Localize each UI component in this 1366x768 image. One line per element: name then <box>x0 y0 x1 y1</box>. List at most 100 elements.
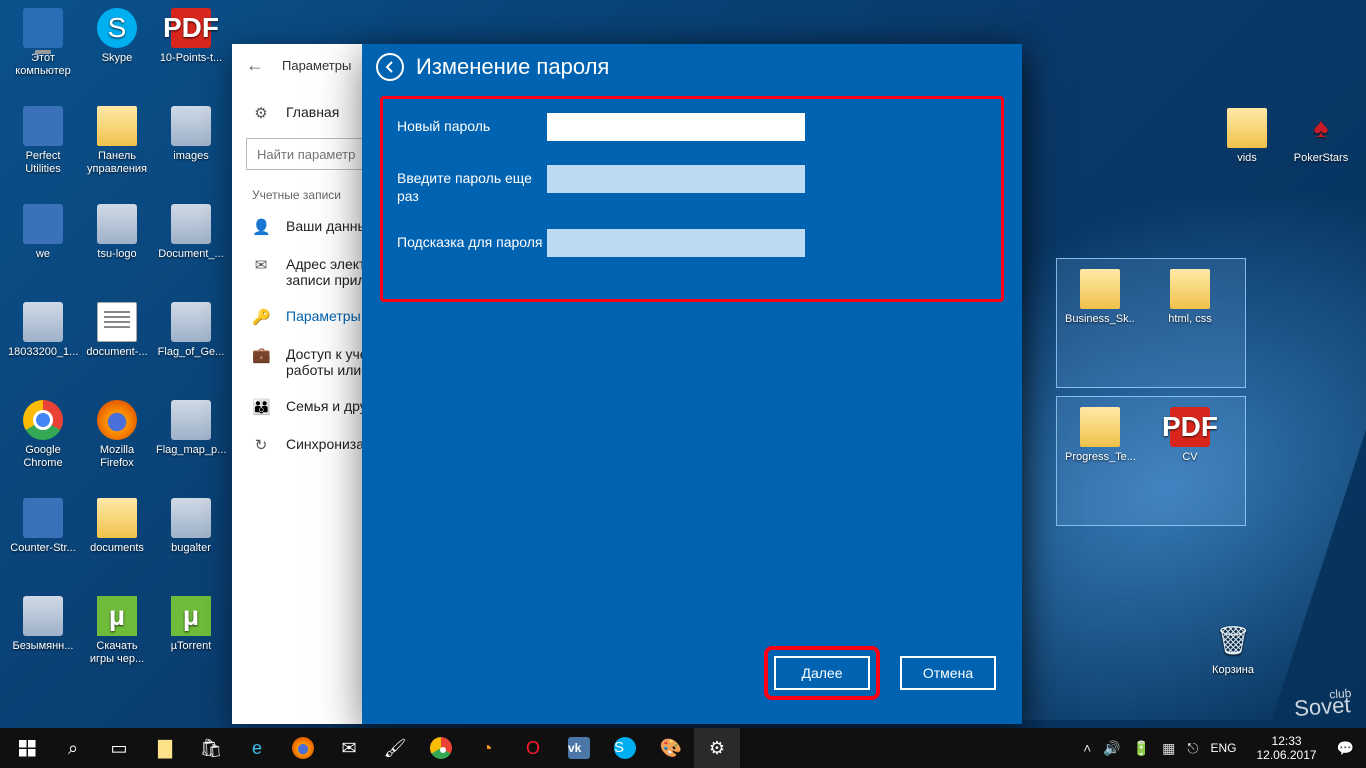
desktop-icon[interactable]: Flag_map_p... <box>154 396 228 490</box>
desktop-icon[interactable]: GoogleChrome <box>6 396 80 490</box>
star-icon: ♠ <box>1301 108 1341 148</box>
desktop-icon[interactable]: vids <box>1210 104 1284 198</box>
settings-back-button[interactable]: ← <box>246 55 264 76</box>
password-hint-input[interactable] <box>547 229 805 257</box>
desktop-icon[interactable]: Безымянн... <box>6 592 80 686</box>
desktop-icon[interactable]: Counter-Str... <box>6 494 80 588</box>
network-icon[interactable]: ▦ <box>1162 740 1175 757</box>
clock-time: 12:33 <box>1257 734 1317 748</box>
recycle-bin[interactable]: 🗑 Корзина <box>1196 616 1270 710</box>
chrome-icon <box>430 737 452 759</box>
search-icon: ⌕ <box>68 738 78 759</box>
desktop-icon-label: Flag_of_Ge... <box>158 346 225 359</box>
wifi-icon[interactable]: ⎋ <box>1187 740 1198 757</box>
taskbar-app-opera[interactable]: O <box>510 728 556 768</box>
desktop-icon[interactable]: we <box>6 200 80 294</box>
taskbar-app-edge[interactable]: e <box>234 728 280 768</box>
desktop-icon-label: PerfectUtilities <box>25 150 60 176</box>
work-icon: 💼 <box>252 346 270 364</box>
field-label: Новый пароль <box>397 113 547 135</box>
taskbar-clock[interactable]: 12:33 12.06.2017 <box>1249 734 1325 762</box>
volume-icon[interactable]: 🔊 <box>1103 740 1120 757</box>
desktop-icon[interactable]: PDFCV <box>1153 403 1227 497</box>
img-icon <box>171 106 211 146</box>
desktop-icon[interactable]: images <box>154 102 228 196</box>
desktop-icon-label: tsu-logo <box>97 248 136 261</box>
desktop-icon[interactable]: PDF 10-Points-t... <box>154 4 228 98</box>
language-indicator[interactable]: ENG <box>1210 741 1236 755</box>
desktop-icon[interactable]: SSkype <box>80 4 154 98</box>
key-icon: 🔑 <box>252 308 270 326</box>
taskbar-app-paint[interactable]: 🎨 <box>648 728 694 768</box>
next-button[interactable]: Далее <box>774 656 870 690</box>
desktop-icon[interactable]: Progress_Te... <box>1063 403 1137 497</box>
desktop-icon[interactable]: tsu-logo <box>80 200 154 294</box>
selection-box-2: Progress_Te...PDFCV <box>1056 396 1246 526</box>
taskbar-app-paintnet[interactable]: 🖌 <box>372 728 418 768</box>
taskbar-app-store[interactable]: 🛍 <box>188 728 234 768</box>
paint-icon: 🎨 <box>660 738 682 759</box>
search-button[interactable]: ⌕ <box>50 728 96 768</box>
desktop-icon-label: documents <box>90 542 144 555</box>
action-center-icon[interactable]: 💬 <box>1337 740 1354 757</box>
confirm-password-input[interactable] <box>547 165 805 193</box>
start-button[interactable] <box>4 728 50 768</box>
taskbar-app-explorer[interactable]: ▇ <box>142 728 188 768</box>
family-icon: 👪 <box>252 398 270 416</box>
dialog-title: Изменение пароля <box>416 54 609 80</box>
desktop-icon[interactable]: document-... <box>80 298 154 392</box>
gear-icon: ⚙ <box>709 738 725 759</box>
desktop-icon[interactable]: html, css <box>1153 265 1227 359</box>
opera-icon: O <box>526 738 540 759</box>
img-icon <box>171 302 211 342</box>
folder-icon <box>1227 108 1267 148</box>
clock-date: 12.06.2017 <box>1257 748 1317 762</box>
watermark-bottom: Sovet <box>1293 692 1351 721</box>
taskbar-app-vk[interactable]: vk <box>556 728 602 768</box>
cancel-button[interactable]: Отмена <box>900 656 996 690</box>
desktop-icon[interactable]: µСкачатьигры чер... <box>80 592 154 686</box>
desktop-icon[interactable]: Document_... <box>154 200 228 294</box>
new-password-input[interactable] <box>547 113 805 141</box>
tray-chevron-icon[interactable]: ˄ <box>1083 740 1091 756</box>
taskbar-app-chrome[interactable] <box>418 728 464 768</box>
dialog-back-button[interactable] <box>376 53 404 81</box>
desktop-icon[interactable]: MozillaFirefox <box>80 396 154 490</box>
desktop-icons-left: ЭтоткомпьютерSSkype PDF 10-Points-t... Perf… <box>6 4 228 690</box>
settings-title: Параметры <box>282 58 351 73</box>
desktop-icon[interactable]: Этоткомпьютер <box>6 4 80 98</box>
desktop-icon[interactable]: 18033200_1... <box>6 298 80 392</box>
desktop-icon-label: vids <box>1237 152 1257 165</box>
battery-icon[interactable]: 🔋 <box>1133 740 1150 757</box>
desktop-icon[interactable]: PerfectUtilities <box>6 102 80 196</box>
skype-icon: S <box>97 8 137 48</box>
taskbar-app-skype[interactable]: S <box>602 728 648 768</box>
desktop-icon-label: html, css <box>1168 313 1211 326</box>
sync-icon: ↻ <box>252 436 270 454</box>
taskbar-app-aimp[interactable]: ◔ <box>464 728 510 768</box>
trash-icon: 🗑 <box>1213 620 1253 660</box>
gen-icon <box>23 498 63 538</box>
desktop-icon[interactable]: bugalter <box>154 494 228 588</box>
desktop-icon[interactable]: Flag_of_Ge... <box>154 298 228 392</box>
desktop-icon-label: GoogleChrome <box>23 444 62 470</box>
desktop-icon-label: 10-Points-t... <box>160 52 222 65</box>
folder-icon <box>1170 269 1210 309</box>
desktop-icon[interactable]: ♠PokerStars <box>1284 104 1358 198</box>
next-button-highlight: Далее <box>764 646 880 700</box>
desktop-icon[interactable]: documents <box>80 494 154 588</box>
desktop-icon-label: Скачатьигры чер... <box>90 640 144 666</box>
taskbar-app-settings[interactable]: ⚙ <box>694 728 740 768</box>
paintnet-icon: 🖌 <box>384 738 407 759</box>
desktop-icon[interactable]: µµTorrent <box>154 592 228 686</box>
desktop-icon-label: Flag_map_p... <box>156 444 226 457</box>
task-view-button[interactable]: ▭ <box>96 728 142 768</box>
taskbar-app-firefox[interactable] <box>280 728 326 768</box>
desktop-icon-label: Document_... <box>158 248 223 261</box>
desktop-icon[interactable]: Business_Sk... <box>1063 265 1137 359</box>
gen-icon <box>23 204 63 244</box>
desktop-icon[interactable]: Панельуправления <box>80 102 154 196</box>
taskbar-app-mail[interactable]: ✉ <box>326 728 372 768</box>
img-icon <box>171 498 211 538</box>
pdf-icon: PDF <box>171 8 211 48</box>
